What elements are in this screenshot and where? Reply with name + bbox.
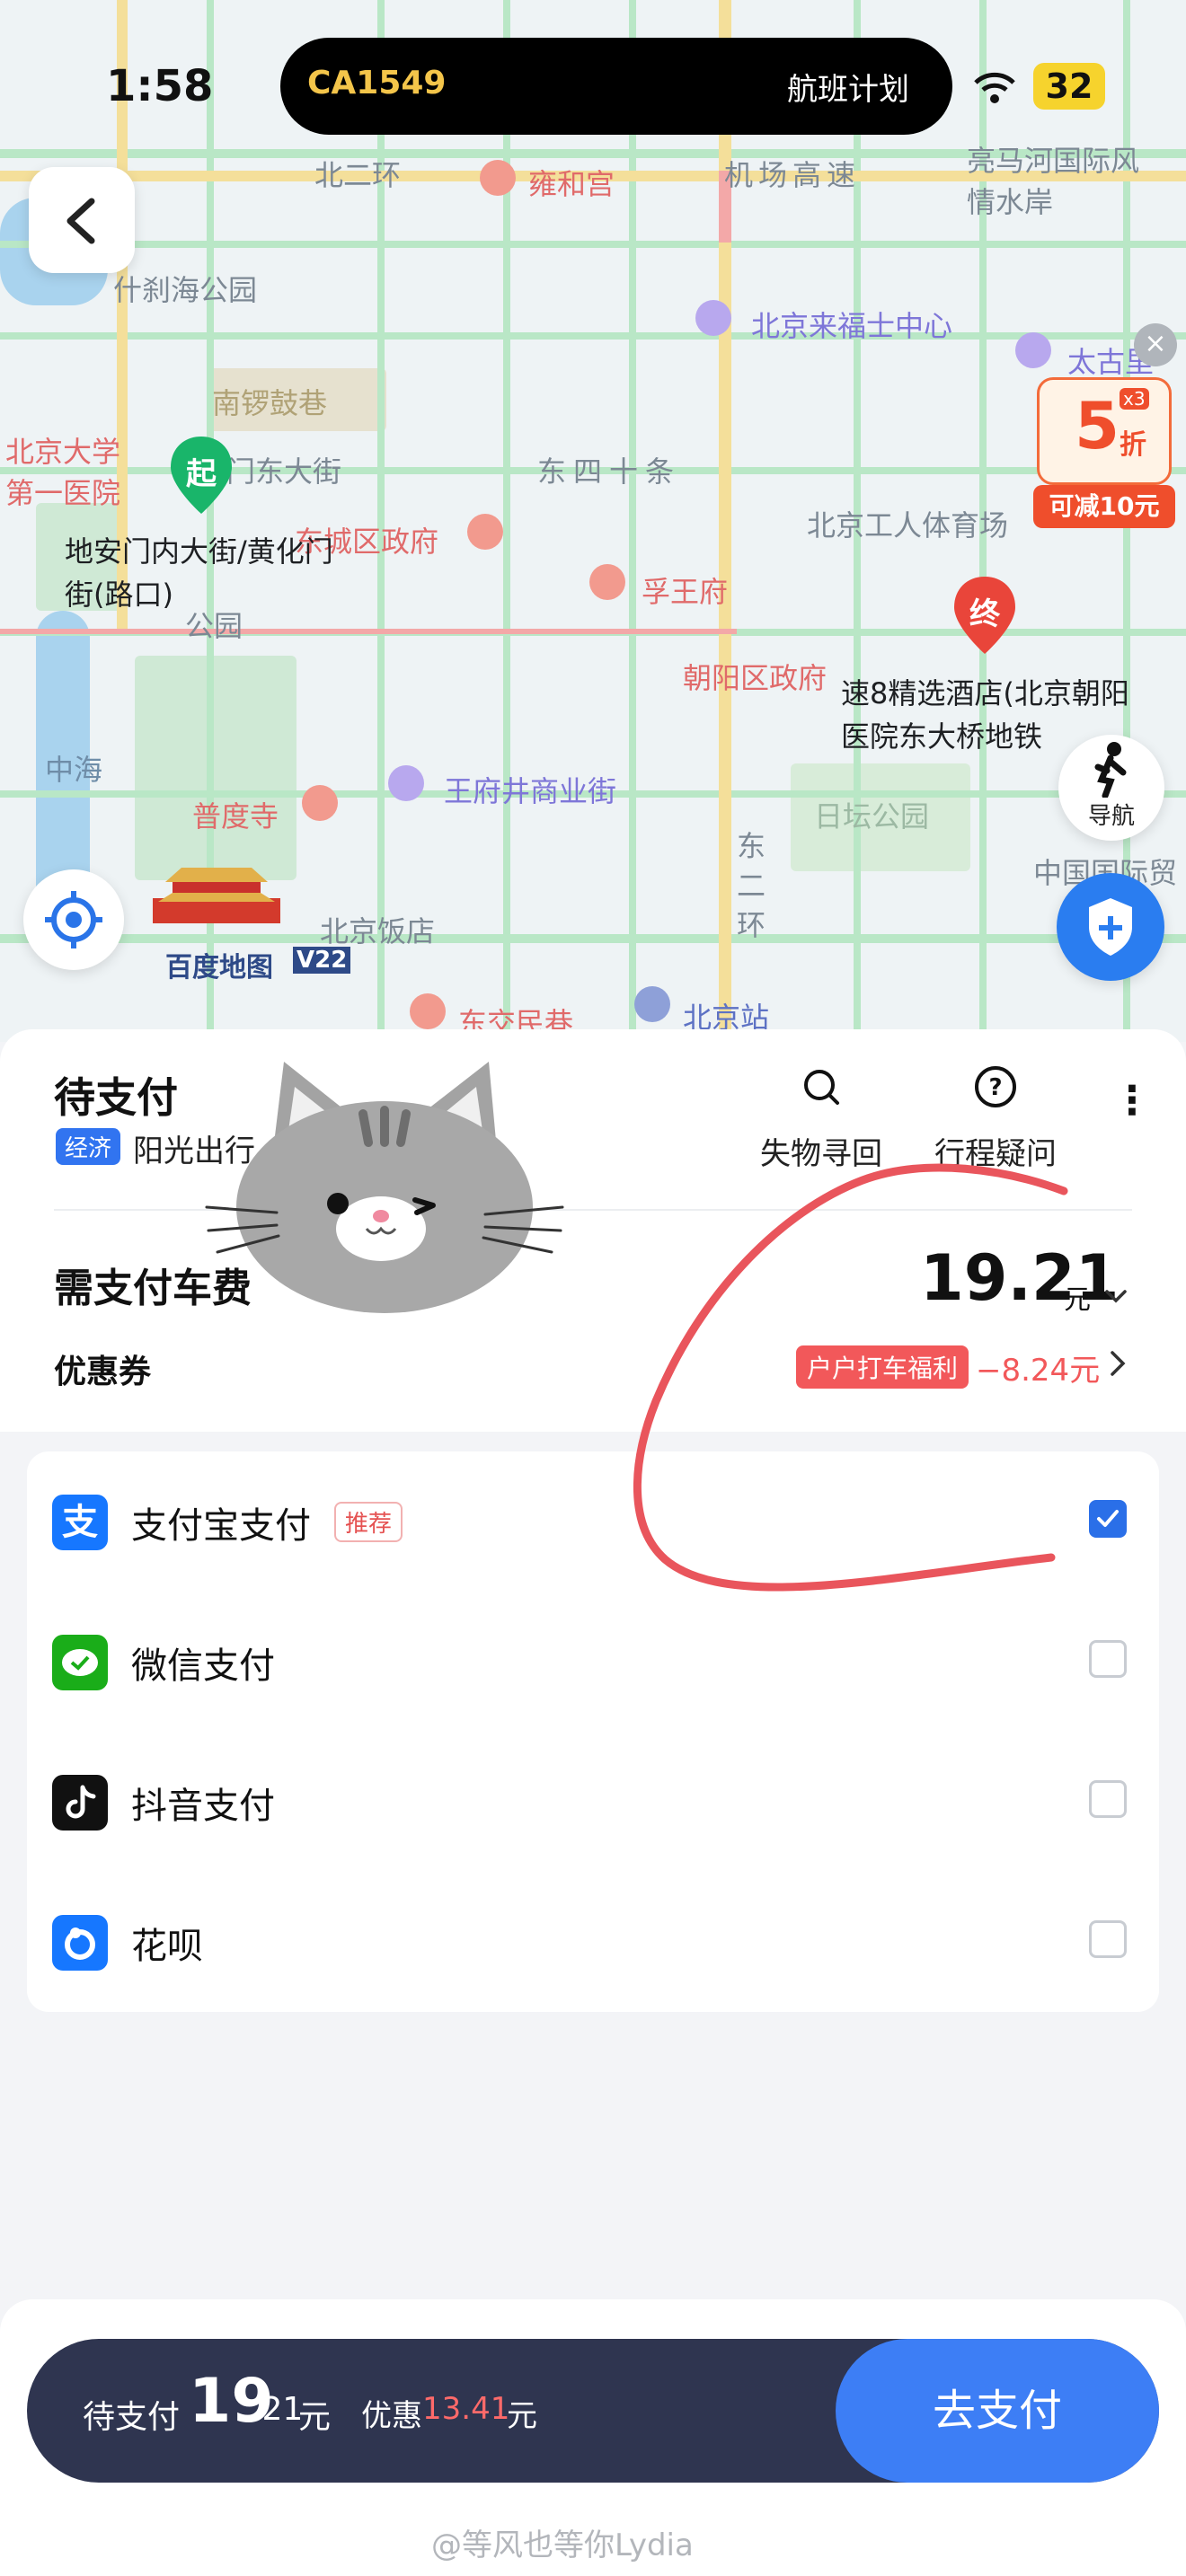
map-label: 雍和宫 (528, 167, 615, 201)
map-label: 日坛公园 (814, 799, 930, 834)
chevron-left-icon (66, 198, 95, 244)
government-icon (467, 514, 503, 550)
back-button[interactable] (29, 167, 135, 273)
map-label: 孚王府 (642, 575, 729, 609)
park-area (135, 656, 296, 880)
navigation-label: 导航 (1087, 803, 1135, 830)
map-label: 机场高速 (724, 158, 862, 192)
locate-button[interactable] (23, 869, 124, 970)
flight-code: CA1549 (307, 65, 447, 101)
promo-multiplier: x3 (1120, 388, 1149, 410)
end-pin-label: 终 (969, 596, 1000, 632)
check-icon (1097, 1510, 1119, 1527)
map-label: 普度寺 (192, 799, 279, 834)
map-label: 北京来福士中心 (751, 309, 953, 343)
discount-label: 优惠 (361, 2398, 422, 2434)
question-icon: ? (975, 1066, 1016, 1107)
map-label: 南锣鼓巷 (212, 386, 328, 420)
red-scribble-annotation (633, 1163, 1068, 1592)
promo-discount: 5 (1075, 388, 1120, 463)
start-pin-label: 起 (186, 456, 217, 492)
mall-icon (1015, 332, 1051, 368)
pay-bar-unit: 元 (298, 2399, 332, 2436)
coupon-label: 优惠券 (54, 1354, 152, 1390)
start-location-label: 地安门内大街/黄化门街(路口) (65, 534, 333, 612)
wechat-pay-icon (52, 1635, 108, 1690)
recommend-badge: 推荐 (334, 1502, 403, 1542)
shield-icon (1089, 898, 1132, 956)
chevron-right-icon[interactable] (1109, 1349, 1127, 1378)
safety-button[interactable] (1057, 873, 1164, 981)
map-label: 北二环 (314, 158, 402, 192)
battery-indicator: 32 (1033, 63, 1105, 110)
order-status: 待支付 (54, 1073, 178, 1122)
payment-option-label: 抖音支付 (131, 1786, 275, 1827)
poi-icon (480, 160, 516, 196)
map-brand: 百度地图 (165, 952, 273, 984)
poi-icon (410, 993, 446, 1029)
map-label: 什刹海公园 (113, 273, 258, 307)
alipay-icon: 支 (52, 1495, 108, 1550)
map-label: 中海 (45, 753, 103, 787)
map-label: 东四十条 (537, 454, 682, 489)
payment-checkbox[interactable] (1089, 1920, 1127, 1958)
map-label: 朝阳区政府 (683, 661, 828, 695)
train-station-icon (634, 986, 670, 1022)
poi-icon (589, 564, 625, 600)
status-time: 1:58 (106, 61, 214, 111)
douyin-pay-icon (52, 1775, 108, 1831)
tiananmen-icon (153, 868, 280, 923)
payment-option-label: 支付宝支付 (131, 1505, 311, 1547)
mall-icon (388, 765, 424, 801)
huabei-icon (52, 1915, 108, 1971)
walking-icon (1094, 742, 1127, 799)
search-icon (804, 1070, 839, 1105)
pay-bar-amount-dec: .21 (252, 2391, 304, 2428)
map-label: 北京饭店 (320, 914, 436, 948)
lost-found-button[interactable]: 失物寻回 (760, 1063, 882, 1173)
map-label: 王府井商业街 (444, 774, 617, 808)
map-brand-version: V22 (293, 947, 351, 974)
go-pay-button[interactable]: 去支付 (836, 2339, 1159, 2483)
promo-unit: 折 (1120, 429, 1146, 461)
svg-text:?: ? (988, 1074, 1002, 1101)
chevron-down-icon[interactable] (1103, 1288, 1128, 1306)
map-view[interactable]: 北二环 雍和宫 机场高速 亮马河国际风情水岸 什刹海公园 北京来福士中心 太古里… (0, 0, 1186, 1042)
temple-icon (302, 785, 338, 821)
flight-plan-label: 航班计划 (787, 72, 909, 108)
map-label: 亮马河国际风情水岸 (967, 144, 1140, 219)
payment-option-douyin[interactable]: 抖音支付 (27, 1732, 1159, 1872)
promo-badge[interactable]: 5 折 x3 可减10元 (1033, 377, 1175, 528)
payment-option-huabei[interactable]: 花呗 (27, 1872, 1159, 2012)
ride-type-badge: 经济 (56, 1128, 121, 1165)
trip-question-button[interactable]: ? 行程疑问 (934, 1063, 1057, 1173)
pay-bar: 待支付 19 .21 元 优惠 13.41 元 去支付 (27, 2339, 1159, 2483)
watermark: @等风也等你Lydia (431, 2527, 694, 2563)
payment-option-label: 微信支付 (131, 1645, 275, 1687)
payment-checkbox[interactable] (1089, 1780, 1127, 1818)
discount-unit: 元 (507, 2398, 537, 2434)
locate-icon (45, 891, 102, 948)
mall-icon (695, 300, 731, 336)
promo-save: 可减10元 (1033, 485, 1175, 528)
map-label: 门东大街 (226, 454, 342, 489)
payment-checkbox[interactable] (1089, 1500, 1127, 1538)
pay-bar-label: 待支付 (83, 2399, 181, 2436)
map-label: 北京工人体育场 (807, 508, 1009, 543)
map-label: 北京大学第一医院 (5, 435, 121, 510)
wifi-icon (974, 72, 1015, 103)
cat-sticker (205, 1062, 564, 1313)
payment-option-label: 花呗 (131, 1926, 203, 1967)
dynamic-island[interactable]: CA1549 航班计划 (280, 38, 952, 135)
more-menu-button[interactable]: ⋮ (1112, 1081, 1152, 1155)
discount-value: 13.41 (422, 2391, 510, 2427)
promo-close-button[interactable]: × (1134, 323, 1177, 366)
map-label: 东二环 (737, 829, 766, 942)
payment-checkbox[interactable] (1089, 1640, 1127, 1678)
navigation-button[interactable]: 导航 (1058, 735, 1164, 841)
